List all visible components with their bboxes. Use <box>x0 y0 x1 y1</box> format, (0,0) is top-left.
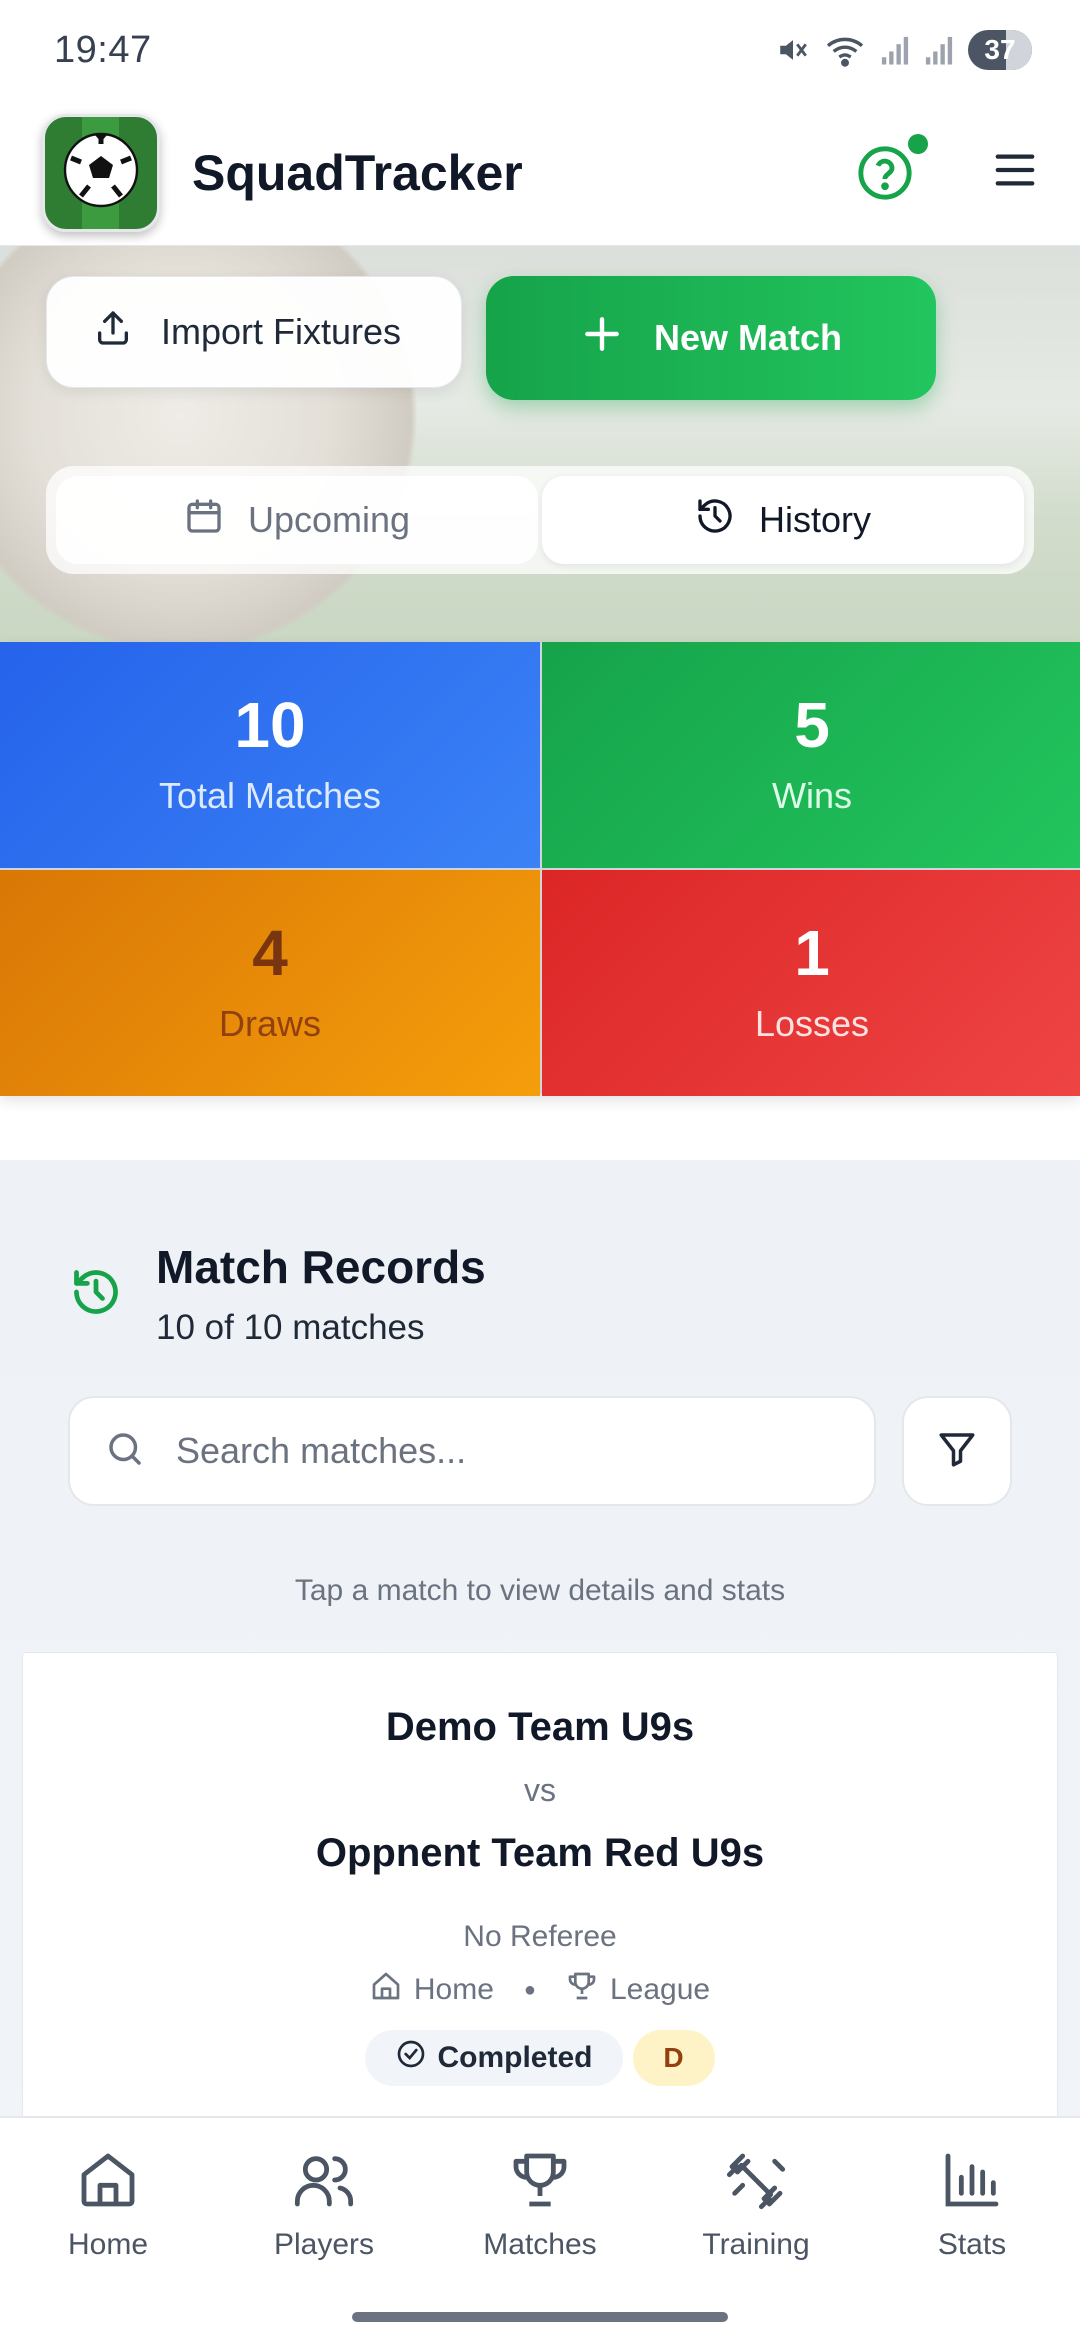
status-icons: 37 <box>776 30 1032 70</box>
app-logo[interactable] <box>42 113 160 232</box>
nav-home[interactable]: Home <box>0 2148 216 2340</box>
stat-label: Losses <box>754 1003 870 1044</box>
search-icon <box>104 1428 146 1475</box>
battery-level: 37 <box>984 34 1016 65</box>
stat-label: Draws <box>218 1003 321 1044</box>
filter-icon <box>936 1428 978 1475</box>
filter-button[interactable] <box>902 1396 1012 1506</box>
import-fixtures-label: Import Fixtures <box>161 311 402 352</box>
nav-training-label: Training <box>702 2228 810 2261</box>
wifi-icon <box>824 33 866 67</box>
soccer-ball-icon <box>61 130 141 215</box>
check-circle-icon <box>395 2038 427 2078</box>
mute-icon <box>776 33 810 67</box>
status-bar: 19:47 37 <box>0 0 1080 100</box>
nav-players-label: Players <box>273 2228 375 2261</box>
help-circle-icon <box>856 145 914 206</box>
nav-matches-label: Matches <box>483 2228 597 2261</box>
signal-icon <box>924 34 954 66</box>
bar-chart-icon <box>940 2148 1004 2220</box>
history-icon <box>695 496 735 545</box>
competition: League <box>610 1973 711 2006</box>
stat-wins[interactable]: 5 Wins <box>542 642 1080 868</box>
tab-history-label: History <box>758 499 871 540</box>
new-match-button[interactable]: New Match <box>486 276 936 400</box>
stat-value: 4 <box>252 917 288 989</box>
menu-button[interactable] <box>992 150 1038 195</box>
stat-value: 1 <box>794 917 830 989</box>
search-box <box>68 1396 876 1506</box>
new-match-label: New Match <box>653 317 843 358</box>
stats-grid: 10 Total Matches 5 Wins 4 Draws 1 Losses <box>0 642 1080 1096</box>
stat-label: Total Matches <box>158 775 382 816</box>
hamburger-menu-icon <box>992 154 1038 194</box>
status-time: 19:47 <box>54 28 152 71</box>
upload-icon <box>93 308 133 357</box>
header-actions <box>856 133 1038 202</box>
stat-value: 10 <box>234 689 306 761</box>
tab-upcoming[interactable]: Upcoming <box>56 476 538 564</box>
history-icon <box>70 1266 122 1348</box>
match-badges: Completed D <box>365 2030 715 2086</box>
home-icon <box>76 2148 140 2220</box>
import-fixtures-button[interactable]: Import Fixtures <box>46 276 462 388</box>
records-count: 10 of 10 matches <box>156 1308 425 1347</box>
dumbbell-icon <box>724 2148 788 2220</box>
venue: Home <box>413 1973 494 2006</box>
app-header: SquadTracker <box>0 100 1080 246</box>
tab-history[interactable]: History <box>542 476 1024 564</box>
result-badge: D <box>632 2030 715 2086</box>
help-button[interactable] <box>856 133 928 202</box>
app-title: SquadTracker <box>192 144 523 201</box>
view-toggle: Upcoming History <box>46 466 1034 574</box>
tab-upcoming-label: Upcoming <box>247 499 411 540</box>
stat-losses[interactable]: 1 Losses <box>542 870 1080 1096</box>
nav-stats[interactable]: Stats <box>864 2148 1080 2340</box>
status-text: Completed <box>437 2041 593 2074</box>
records-title: Match Records <box>156 1241 486 1293</box>
stat-label: Wins <box>772 775 852 816</box>
home-team: Demo Team U9s <box>385 1705 695 1749</box>
battery-indicator: 37 <box>968 30 1032 70</box>
separator-dot: ● <box>523 1978 536 2001</box>
referee: No Referee <box>463 1920 617 1953</box>
versus-label: vs <box>524 1772 556 1808</box>
match-meta: Home ● League <box>370 1970 710 2010</box>
bottom-nav: Home Players Matches Training Stats <box>0 2116 1080 2340</box>
match-card[interactable]: Demo Team U9s vs Oppnent Team Red U9s No… <box>22 1652 1058 2152</box>
away-team: Oppnent Team Red U9s <box>315 1831 765 1875</box>
home-indicator[interactable] <box>352 2312 728 2322</box>
calendar-icon <box>184 496 224 545</box>
plus-icon <box>580 312 624 365</box>
nav-home-label: Home <box>67 2228 149 2261</box>
status-badge: Completed <box>365 2030 623 2086</box>
notification-dot <box>908 133 928 154</box>
nav-stats-label: Stats <box>937 2228 1007 2261</box>
stat-value: 5 <box>794 689 830 761</box>
tap-hint: Tap a match to view details and stats <box>294 1574 786 1607</box>
stat-total-matches[interactable]: 10 Total Matches <box>0 642 540 868</box>
signal-icon <box>880 34 910 66</box>
search-input[interactable] <box>176 1430 776 1472</box>
records-header: Match Records 10 of 10 matches <box>70 1240 486 1348</box>
match-records-section: Match Records 10 of 10 matches Tap a mat… <box>0 1160 1080 2260</box>
hero-banner: Import Fixtures New Match Upcoming Histo… <box>0 246 1080 642</box>
home-venue-icon <box>370 1970 402 2010</box>
trophy-icon <box>508 2148 572 2220</box>
trophy-icon <box>566 1970 598 2010</box>
users-icon <box>292 2148 356 2220</box>
stat-draws[interactable]: 4 Draws <box>0 870 540 1096</box>
